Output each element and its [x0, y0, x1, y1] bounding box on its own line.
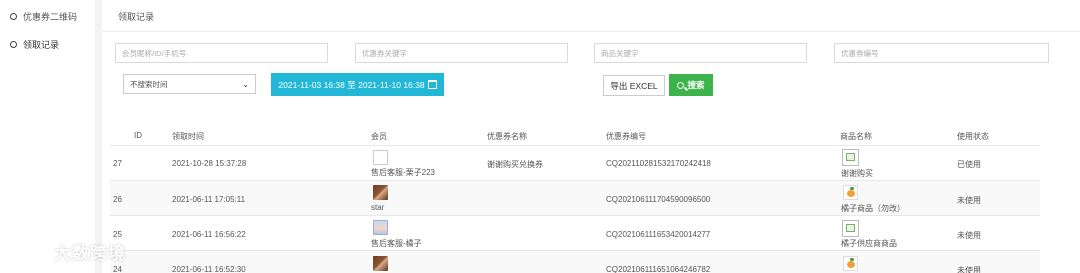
cell-id: 26: [113, 195, 122, 204]
circle-icon: [10, 40, 17, 48]
column-header-product: 商品名称: [840, 132, 872, 141]
cell-status: 未使用: [957, 231, 981, 240]
cell-id: 27: [113, 159, 122, 168]
watermark-icon: [7, 242, 45, 260]
coupon-keyword-input[interactable]: [355, 43, 568, 63]
search-label: 搜索: [687, 80, 705, 90]
cell-status: 未使用: [957, 266, 981, 273]
export-excel-button[interactable]: 导出 EXCEL: [603, 75, 665, 96]
product-image: [843, 256, 858, 271]
cell-id: 24: [113, 265, 122, 273]
time-filter-value: 不搜索时间: [130, 79, 168, 89]
product-keyword-input[interactable]: [594, 43, 807, 63]
main-panel: 领取记录 不搜索时间 ⌄ 2021-11-03 16:38 至 2021-11-…: [102, 0, 1080, 273]
cell-coupon-code: CQ20210611165342001​4277: [606, 230, 711, 239]
page-title: 领取记录: [118, 12, 155, 22]
cell-coupon-code: CQ20210611170459009​6500: [606, 195, 711, 204]
table-row: 24 2021-06-11 16:52:30 CQ202106111651064…: [110, 250, 1040, 273]
member-avatar: [373, 220, 388, 235]
date-range-picker[interactable]: 2021-11-03 16:38 至 2021-11-10 16:38: [271, 73, 444, 96]
member-avatar: [373, 256, 388, 271]
column-header-member: 会员: [371, 132, 387, 141]
divider: [102, 31, 1080, 32]
column-header-status: 使用状态: [957, 132, 989, 141]
column-header-time: 领取时间: [172, 132, 204, 141]
table-row: 26 2021-06-11 17:05:11 star CQ2021061117…: [110, 180, 1040, 215]
app-window: 优惠券二维码 领取记录 领取记录 不搜索时间 ⌄ 2021-11-03 16:3…: [0, 0, 1080, 273]
sidebar-item-label: 优惠券二维码: [23, 11, 78, 22]
cell-time: 2021-06-11 16:52:30: [172, 265, 246, 273]
product-image: [842, 220, 859, 237]
cell-coupon-code: CQ20210611165106424​6782: [606, 265, 711, 273]
cell-member: 售后客服-橘子: [371, 239, 422, 248]
product-image: [843, 185, 858, 200]
date-range-label: 2021-11-03 16:38 至 2021-11-10 16:38: [278, 79, 425, 90]
cell-product[interactable]: 橘子商品（勿改）: [841, 203, 905, 214]
search-button[interactable]: 搜索: [669, 74, 713, 96]
watermark-logo: 大数跨境: [6, 236, 156, 266]
sidebar-item-claim-records[interactable]: 领取记录: [10, 36, 59, 52]
cell-status: 已使用: [957, 160, 981, 169]
cell-product[interactable]: 谢谢购买: [841, 168, 873, 179]
cell-member: star: [371, 203, 385, 212]
member-avatar: [373, 150, 388, 165]
cell-member: 售后客服-栗子223: [371, 168, 436, 177]
cell-time: 2021-06-11 16:56:22: [172, 230, 246, 239]
table-row: 25 2021-06-11 16:56:22 售后客服-橘子 CQ2021061…: [110, 215, 1040, 250]
cell-coupon-name: 谢谢购买兑换券: [487, 160, 543, 169]
member-avatar: [373, 185, 388, 200]
member-search-input[interactable]: [115, 43, 328, 63]
sidebar: 优惠券二维码 领取记录: [0, 0, 95, 273]
time-filter-select[interactable]: 不搜索时间 ⌄: [123, 74, 256, 94]
calendar-icon: [427, 80, 437, 89]
watermark-text: 大数跨境: [54, 243, 126, 263]
cell-time: 2021-10-28 15:37:28: [172, 159, 247, 168]
chevron-down-icon: ⌄: [242, 79, 249, 89]
search-icon: [677, 81, 685, 89]
column-header-coupon-code: 优惠券编号: [606, 132, 646, 141]
sidebar-item-label: 领取记录: [23, 39, 60, 50]
export-label: 导出 EXCEL: [610, 80, 658, 91]
cell-product[interactable]: 橘子供应商商品: [841, 238, 897, 249]
cell-status: 未使用: [957, 196, 981, 205]
column-header-id: ID: [134, 131, 142, 140]
cell-time: 2021-06-11 17:05:11: [172, 195, 246, 204]
cell-coupon-code: CQ20211028153217024241​8: [606, 159, 711, 168]
column-header-coupon-name: 优惠券名称: [487, 132, 527, 141]
circle-icon: [10, 12, 17, 20]
sidebar-item-coupon-qrcode[interactable]: 优惠券二维码: [10, 8, 77, 24]
product-image: [842, 149, 859, 166]
table-row: 27 2021-10-28 15:37:28 售后客服-栗子223 谢谢购买兑换…: [110, 145, 1040, 180]
coupon-code-input[interactable]: [834, 43, 1049, 63]
